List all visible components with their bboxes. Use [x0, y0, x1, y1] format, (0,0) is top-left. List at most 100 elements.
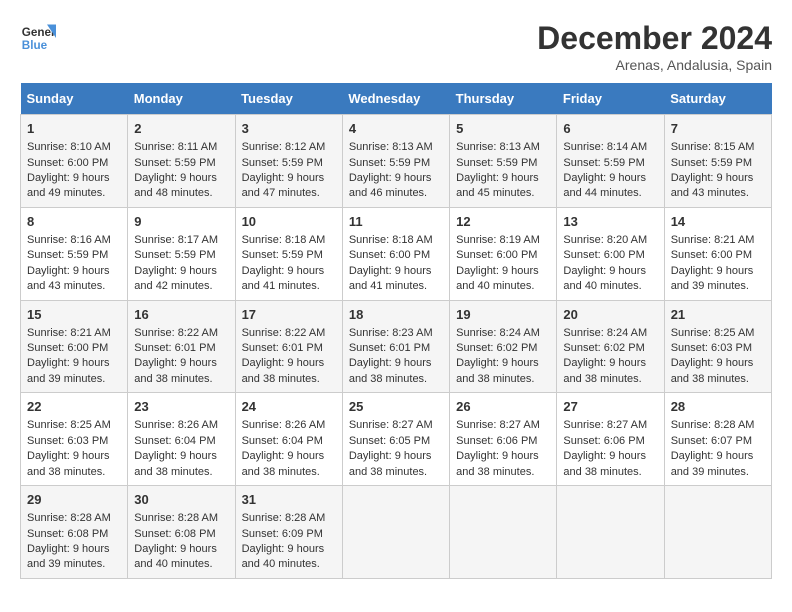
day-number: 30 [134, 491, 228, 509]
daylight-text: Daylight: 9 hours and 40 minutes. [563, 265, 646, 292]
sunrise-text: Sunrise: 8:13 AM [456, 141, 540, 153]
daylight-text: Daylight: 9 hours and 48 minutes. [134, 172, 217, 199]
daylight-text: Daylight: 9 hours and 38 minutes. [349, 450, 432, 477]
sunrise-text: Sunrise: 8:21 AM [671, 234, 755, 246]
calendar-cell: 28 Sunrise: 8:28 AM Sunset: 6:07 PM Dayligh… [664, 393, 771, 486]
calendar-cell: 12Sunrise: 8:19 AMSunset: 6:00 PMDayligh… [450, 207, 557, 300]
page-header: General Blue December 2024 Arenas, Andal… [20, 20, 772, 73]
calendar-cell: 29Sunrise: 8:28 AMSunset: 6:08 PMDayligh… [21, 486, 128, 579]
sunrise-text: Sunrise: 8:25 AM [671, 327, 755, 339]
calendar-cell: 24Sunrise: 8:26 AMSunset: 6:04 PMDayligh… [235, 393, 342, 486]
sunrise-text: Sunrise: 8:24 AM [563, 327, 647, 339]
day-number: 6 [563, 120, 657, 138]
sunrise-text: Sunrise: 8:24 AM [456, 327, 540, 339]
calendar-cell: 16Sunrise: 8:22 AMSunset: 6:01 PMDayligh… [128, 300, 235, 393]
sunset-text: Sunset: 5:59 PM [349, 157, 430, 169]
calendar-cell: 18 Sunrise: 8:23 AM Sunset: 6:01 PM Dayligh… [342, 300, 449, 393]
sunrise-text: Sunrise: 8:27 AM [563, 419, 647, 431]
sunset-text: Sunset: 6:00 PM [27, 342, 108, 354]
daylight-text: Daylight: 9 hours and 40 minutes. [242, 543, 325, 570]
sunrise-text: Sunrise: 8:27 AM [456, 419, 540, 431]
calendar-cell: 3Sunrise: 8:12 AMSunset: 5:59 PMDaylight… [235, 115, 342, 208]
sunset-text: Sunset: 6:08 PM [134, 528, 215, 540]
calendar-cell: 8Sunrise: 8:16 AMSunset: 5:59 PMDaylight… [21, 207, 128, 300]
sunset-text: Sunset: 6:08 PM [27, 528, 108, 540]
sunset-text: Sunset: 5:59 PM [456, 157, 537, 169]
sunset-text: Sunset: 6:01 PM [242, 342, 323, 354]
calendar-cell: 6Sunrise: 8:14 AMSunset: 5:59 PMDaylight… [557, 115, 664, 208]
sunset-text: Sunset: 6:00 PM [671, 249, 752, 261]
daylight-text: Daylight: 9 hours and 40 minutes. [134, 543, 217, 570]
calendar-cell: 26Sunrise: 8:27 AMSunset: 6:06 PMDayligh… [450, 393, 557, 486]
calendar-cell: 20Sunrise: 8:24 AMSunset: 6:02 PMDayligh… [557, 300, 664, 393]
day-number: 11 [349, 213, 443, 231]
day-number: 17 [242, 306, 336, 324]
calendar-cell: 30Sunrise: 8:28 AMSunset: 6:08 PMDayligh… [128, 486, 235, 579]
day-number: 7 [671, 120, 765, 138]
sunrise-text: Sunrise: 8:18 AM [349, 234, 433, 246]
daylight-text: Daylight: 9 hours and 38 minutes. [242, 357, 325, 384]
sunset-text: Sunset: 6:06 PM [563, 435, 644, 447]
calendar-cell: 11Sunrise: 8:18 AMSunset: 6:00 PMDayligh… [342, 207, 449, 300]
sunset-text: Sunset: 5:59 PM [242, 157, 323, 169]
daylight-text: Daylight: 9 hours and 38 minutes. [563, 450, 646, 477]
calendar-week-row: 15Sunrise: 8:21 AMSunset: 6:00 PMDayligh… [21, 300, 772, 393]
sunset-text: Sunset: 6:01 PM [349, 342, 430, 354]
calendar-cell: 14Sunrise: 8:21 AMSunset: 6:00 PMDayligh… [664, 207, 771, 300]
sunrise-text: Sunrise: 8:22 AM [242, 327, 326, 339]
day-number: 27 [563, 398, 657, 416]
calendar-cell: 27 Sunrise: 8:27 AM Sunset: 6:06 PM Dayligh… [557, 393, 664, 486]
sunset-text: Sunset: 6:03 PM [27, 435, 108, 447]
daylight-text: Daylight: 9 hours and 39 minutes. [671, 450, 754, 477]
daylight-text: Daylight: 9 hours and 46 minutes. [349, 172, 432, 199]
day-header-friday: Friday [557, 83, 664, 115]
calendar-cell [342, 486, 449, 579]
sunrise-text: Sunrise: 8:12 AM [242, 141, 326, 153]
day-number: 23 [134, 398, 228, 416]
day-number: 3 [242, 120, 336, 138]
sunset-text: Sunset: 6:03 PM [671, 342, 752, 354]
title-section: December 2024 Arenas, Andalusia, Spain [537, 20, 772, 73]
sunset-text: Sunset: 6:06 PM [456, 435, 537, 447]
sunset-text: Sunset: 5:59 PM [242, 249, 323, 261]
calendar-week-row: 1Sunrise: 8:10 AMSunset: 6:00 PMDaylight… [21, 115, 772, 208]
sunrise-text: Sunrise: 8:15 AM [671, 141, 755, 153]
day-number: 22 [27, 398, 121, 416]
sunrise-text: Sunrise: 8:20 AM [563, 234, 647, 246]
daylight-text: Daylight: 9 hours and 43 minutes. [27, 265, 110, 292]
calendar-cell: 2Sunrise: 8:11 AMSunset: 5:59 PMDaylight… [128, 115, 235, 208]
sunrise-text: Sunrise: 8:28 AM [671, 419, 755, 431]
sunset-text: Sunset: 6:01 PM [134, 342, 215, 354]
day-number: 20 [563, 306, 657, 324]
daylight-text: Daylight: 9 hours and 38 minutes. [134, 450, 217, 477]
sunrise-text: Sunrise: 8:22 AM [134, 327, 218, 339]
calendar-cell: 4Sunrise: 8:13 AMSunset: 5:59 PMDaylight… [342, 115, 449, 208]
day-number: 13 [563, 213, 657, 231]
sunrise-text: Sunrise: 8:26 AM [134, 419, 218, 431]
sunset-text: Sunset: 6:09 PM [242, 528, 323, 540]
day-number: 28 [671, 398, 765, 416]
daylight-text: Daylight: 9 hours and 45 minutes. [456, 172, 539, 199]
daylight-text: Daylight: 9 hours and 49 minutes. [27, 172, 110, 199]
daylight-text: Daylight: 9 hours and 38 minutes. [27, 450, 110, 477]
sunset-text: Sunset: 6:00 PM [563, 249, 644, 261]
calendar-cell: 17 Sunrise: 8:22 AM Sunset: 6:01 PM Dayligh… [235, 300, 342, 393]
sunset-text: Sunset: 6:07 PM [671, 435, 752, 447]
sunrise-text: Sunrise: 8:23 AM [349, 327, 433, 339]
calendar-cell: 15Sunrise: 8:21 AMSunset: 6:00 PMDayligh… [21, 300, 128, 393]
sunset-text: Sunset: 6:00 PM [27, 157, 108, 169]
day-number: 14 [671, 213, 765, 231]
day-number: 19 [456, 306, 550, 324]
day-number: 10 [242, 213, 336, 231]
daylight-text: Daylight: 9 hours and 38 minutes. [349, 357, 432, 384]
sunset-text: Sunset: 6:04 PM [134, 435, 215, 447]
day-number: 18 [349, 306, 443, 324]
day-header-monday: Monday [128, 83, 235, 115]
sunrise-text: Sunrise: 8:27 AM [349, 419, 433, 431]
sunrise-text: Sunrise: 8:28 AM [27, 512, 111, 524]
daylight-text: Daylight: 9 hours and 38 minutes. [242, 450, 325, 477]
day-number: 16 [134, 306, 228, 324]
sunset-text: Sunset: 6:05 PM [349, 435, 430, 447]
sunset-text: Sunset: 5:59 PM [134, 157, 215, 169]
sunrise-text: Sunrise: 8:28 AM [242, 512, 326, 524]
